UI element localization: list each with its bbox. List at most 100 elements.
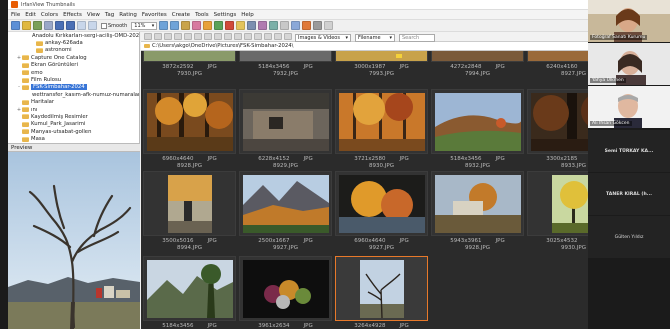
thumbnail-item[interactable]: 3025x4532JPG9930.JPG — [527, 171, 588, 251]
thumbnail-item[interactable]: 3300x2185JPG8933.JPG — [527, 89, 588, 169]
effects-icon[interactable] — [192, 21, 202, 30]
participant-tile[interactable]: Fotoğraf Sanatı Kurumu — [588, 0, 670, 42]
scan-icon[interactable] — [269, 21, 279, 30]
thumbnail-image[interactable] — [431, 171, 524, 236]
participant-tile[interactable]: Semi TÜRKAY KA... — [588, 130, 670, 172]
thumbnail-item[interactable]: 3961x2634 JPG — [239, 256, 332, 329]
folder-icon[interactable] — [22, 21, 31, 30]
thumbnail-image[interactable] — [239, 171, 332, 236]
menu-create[interactable]: Create — [172, 12, 190, 18]
sort-select[interactable]: Filename ▾ — [355, 33, 395, 42]
folder-tree-item[interactable]: Manyas-utsabat-gollen — [8, 128, 139, 135]
tag-icon[interactable] — [244, 33, 252, 40]
refresh-icon[interactable] — [174, 33, 182, 40]
menu-favorites[interactable]: Favorites — [142, 12, 167, 18]
folder-tree-item[interactable]: wettransfer_kasım-afk-numuz-numaralar — [8, 91, 139, 98]
thumbnail-item[interactable]: 3721x2580 JPG 8930.JPG — [335, 89, 428, 169]
thumbnail-image[interactable] — [239, 89, 332, 154]
copy-icon[interactable] — [55, 21, 64, 30]
thumbnail-image[interactable] — [143, 51, 236, 62]
thumbnail-image[interactable] — [239, 256, 332, 321]
options-icon[interactable] — [274, 33, 282, 40]
thumbnail-image[interactable] — [143, 171, 236, 236]
menu-colors[interactable]: Colors — [41, 12, 58, 18]
thumbnail-image[interactable] — [143, 89, 236, 154]
move-icon[interactable] — [77, 21, 86, 30]
thumbnail-item[interactable]: 6960x4640 JPG 8928.JPG — [143, 89, 236, 169]
thumbnail-icon[interactable] — [236, 21, 246, 30]
folder-tree[interactable]: Anadolu Kırlıkarları-sergi-aciliş-OMD-20… — [8, 32, 140, 143]
up-icon[interactable] — [164, 33, 172, 40]
thumbnail-image[interactable] — [431, 51, 524, 62]
thumbnail-item[interactable]: 5184x3456 JPG 8932.JPG — [431, 89, 524, 169]
forward-icon[interactable] — [154, 33, 162, 40]
thumbnail-image[interactable] — [335, 89, 428, 154]
batch-icon[interactable] — [214, 33, 222, 40]
menu-tag[interactable]: Tag — [105, 12, 114, 18]
smooth-toggle[interactable]: Smooth — [101, 22, 127, 29]
thumbnail-item[interactable]: 6960x4640 JPG 9927.JPG — [335, 171, 428, 251]
path-bar[interactable]: C:\Users\akgo\OneDrive\Pictures\FSK-Simb… — [141, 42, 588, 51]
folder-tree-item[interactable]: Film Rulosu — [8, 76, 139, 83]
menu-edit[interactable]: Edit — [25, 12, 36, 18]
info-icon[interactable] — [214, 21, 224, 30]
irfanview-icon[interactable] — [302, 21, 312, 30]
delete-icon[interactable] — [264, 33, 272, 40]
keyboard-icon[interactable] — [313, 21, 323, 30]
thumbnail-item[interactable]: 3000x1987 JPG 7993.JPG — [335, 51, 428, 77]
folder-tree-item[interactable]: ankay-626ada — [8, 39, 139, 46]
menu-tools[interactable]: Tools — [195, 12, 209, 18]
thumbnail-image[interactable] — [527, 51, 588, 62]
info-icon[interactable] — [284, 33, 292, 40]
menu-file[interactable]: File — [11, 12, 20, 18]
slideshow-icon[interactable] — [204, 33, 212, 40]
current-path[interactable]: C:\Users\akgo\OneDrive\Pictures\FSK-Simb… — [152, 43, 293, 49]
thumbnail-image[interactable] — [527, 89, 588, 154]
file-type-filter[interactable]: Images & Videos ▾ — [295, 33, 351, 42]
folder-tree-item[interactable]: astronomi — [8, 47, 139, 54]
folder-tree-item[interactable]: + Capture One Catalog — [8, 54, 139, 61]
smooth-checkbox[interactable] — [101, 22, 107, 29]
select-all-icon[interactable] — [194, 33, 202, 40]
thumbnail-item[interactable]: 2500x1667 JPG 9927.JPG — [239, 171, 332, 251]
thumbnail-image[interactable] — [335, 171, 428, 236]
menu-view[interactable]: View — [87, 12, 100, 18]
help-icon[interactable] — [324, 21, 334, 30]
thumbnail-grid[interactable]: 3872x2592 JPG 7930.JPG 5184x3456 JPG 7932.JPG… — [141, 51, 588, 329]
search-input[interactable]: Search — [399, 33, 435, 42]
slideshow-icon[interactable] — [181, 21, 191, 30]
thumbnail-image[interactable] — [239, 51, 332, 62]
menu-help[interactable]: Help — [241, 12, 254, 18]
thumbnail-image[interactable] — [335, 51, 428, 62]
participant-tile[interactable]: TANER KIRAL (h... — [588, 173, 670, 215]
print-icon[interactable] — [224, 33, 232, 40]
participant-tile[interactable]: Ali İhsan Gökcen — [588, 86, 670, 128]
back-icon[interactable] — [144, 33, 152, 40]
rating-icon[interactable] — [254, 33, 262, 40]
zoom-select[interactable]: 11% ▾ — [131, 21, 158, 30]
thumbnail-item[interactable]: 4272x2848 JPG 7994.JPG — [431, 51, 524, 77]
open-icon[interactable] — [11, 21, 20, 30]
thumbnail-image[interactable] — [143, 256, 236, 321]
folder-tree-item[interactable]: Kaydedilmiş Resimler — [8, 113, 139, 120]
menu-effects[interactable]: Effects — [63, 12, 82, 18]
paste-icon[interactable] — [66, 21, 75, 30]
thumbnail-item[interactable]: 6228x4152 JPG 8929.JPG — [239, 89, 332, 169]
properties-icon[interactable] — [280, 21, 290, 30]
save-icon[interactable] — [33, 21, 42, 30]
print-icon[interactable] — [44, 21, 53, 30]
thumbnail-item[interactable]: 5943x3961 JPG 9928.JPG — [431, 171, 524, 251]
grid-icon[interactable] — [247, 21, 257, 30]
thumbnail-item[interactable]: 3500x5016 JPG 8994.JPG — [143, 171, 236, 251]
folder-tree-item[interactable]: Kumul_Park_Jasarimi — [8, 121, 139, 128]
folder-tree-item[interactable]: Masa — [8, 135, 139, 142]
thumbnail-item[interactable]: 3264x4928 JPG — [335, 256, 428, 329]
folder-tree-item[interactable]: - FSK-Simbahar-2024 — [8, 84, 139, 91]
contact-sheet-icon[interactable] — [234, 33, 242, 40]
delete-icon[interactable] — [88, 21, 97, 30]
thumbnail-item[interactable]: 3872x2592 JPG 7930.JPG — [143, 51, 236, 77]
thumbnail-image[interactable] — [431, 89, 524, 154]
screen-icon[interactable] — [291, 21, 301, 30]
thumbnail-image[interactable] — [527, 171, 588, 236]
thumbnail-item[interactable]: 5184x3456 JPG — [143, 256, 236, 329]
